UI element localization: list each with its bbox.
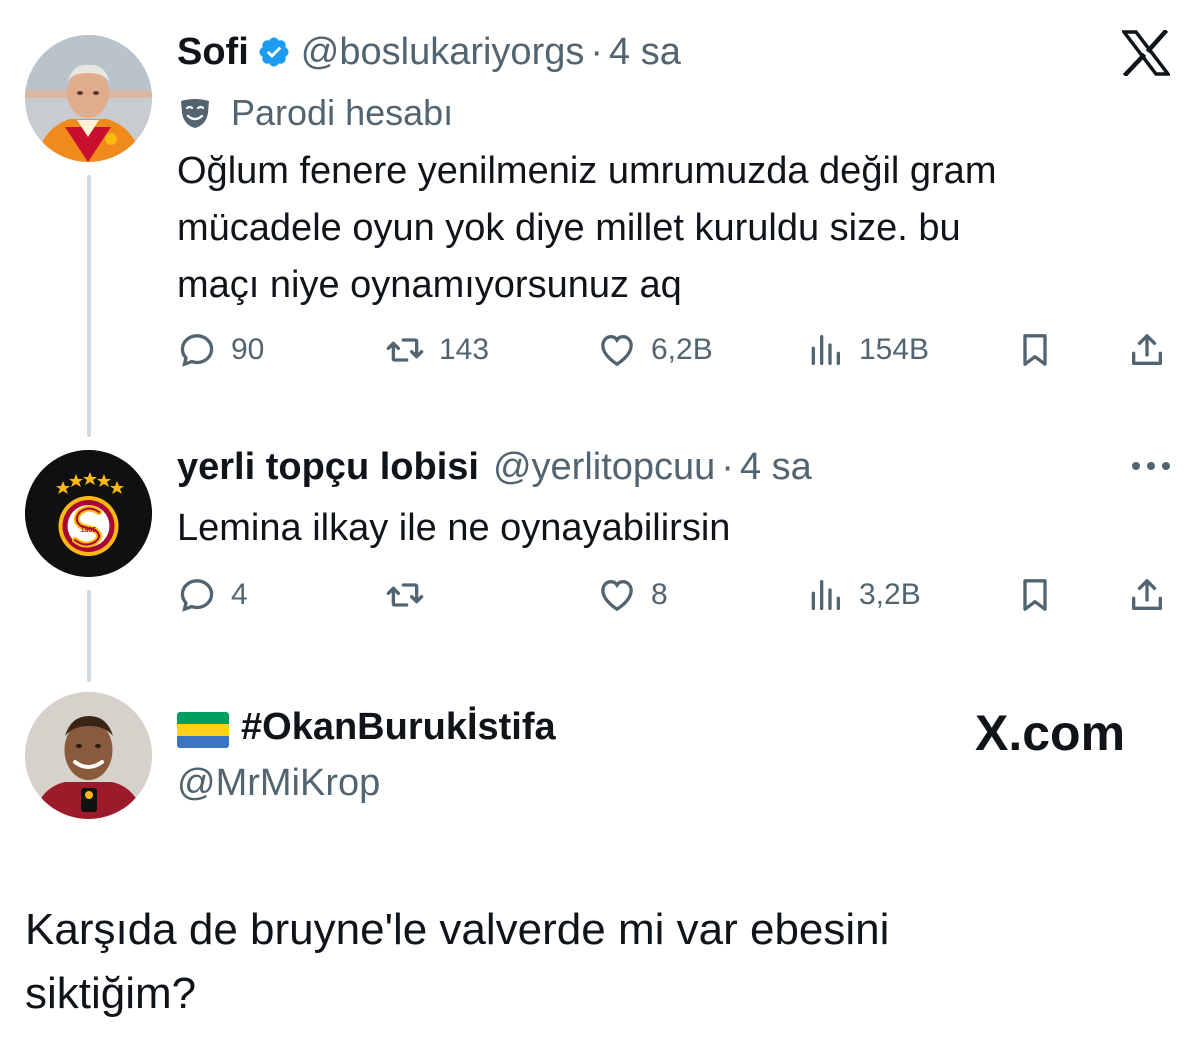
bookmark-icon xyxy=(1023,579,1047,611)
tweet-time[interactable]: 4 sa xyxy=(609,31,681,74)
user-handle[interactable]: @yerlitopcuu xyxy=(493,446,715,489)
tweet-actions: 90 143 6,2B 154B xyxy=(177,330,1177,380)
share-button[interactable] xyxy=(1127,575,1167,615)
bookmark-button[interactable] xyxy=(1015,330,1055,370)
tweet-header: Sofi @boslukariyorgs · 4 sa xyxy=(177,30,681,74)
tweet-time[interactable]: 4 sa xyxy=(740,446,812,489)
reply-count: 4 xyxy=(231,578,248,611)
reply-icon xyxy=(180,334,214,367)
avatar-sofi[interactable] xyxy=(25,35,152,162)
retweet-count: 143 xyxy=(439,333,490,366)
tweet-actions: 4 8 3,2B xyxy=(177,575,1177,625)
views-icon xyxy=(811,580,840,610)
separator-dot: · xyxy=(721,446,734,488)
like-button[interactable]: 8 xyxy=(597,575,668,615)
site-watermark: X.com xyxy=(975,705,1126,761)
retweet-button[interactable]: 143 xyxy=(385,330,489,370)
thread-line xyxy=(87,175,91,437)
thread-line xyxy=(87,590,91,682)
views-button[interactable]: 3,2B xyxy=(805,575,921,615)
parody-mask-icon xyxy=(177,95,213,131)
reply-button[interactable]: 90 xyxy=(177,330,264,370)
tweet-text: Oğlum fenere yenilmeniz umrumuzda değil … xyxy=(177,150,997,306)
like-button[interactable]: 6,2B xyxy=(597,330,713,370)
views-count: 154B xyxy=(859,333,930,366)
retweet-icon xyxy=(386,338,424,362)
verified-badge-icon xyxy=(257,35,291,69)
tweet-text: Karşıda de bruyne'le valverde mi var ebe… xyxy=(25,905,890,1018)
share-icon xyxy=(1132,334,1162,365)
reply-icon xyxy=(180,579,214,612)
user-handle[interactable]: @boslukariyorgs xyxy=(301,31,585,74)
display-name[interactable]: Sofi xyxy=(177,31,249,74)
parody-label: Parodi hesabı xyxy=(177,92,453,134)
user-handle[interactable]: @MrMiKrop xyxy=(177,762,380,805)
tweet-text: Lemina ilkay ile ne oynayabilirsin xyxy=(177,507,731,549)
like-count: 8 xyxy=(651,578,668,611)
views-icon xyxy=(811,335,840,365)
display-name[interactable]: yerli topçu lobisi xyxy=(177,446,479,489)
retweet-button[interactable] xyxy=(385,575,425,615)
retweet-icon xyxy=(386,583,424,607)
more-dots-icon[interactable] xyxy=(1130,458,1172,474)
views-count: 3,2B xyxy=(859,578,921,611)
reply-count: 90 xyxy=(231,333,265,366)
share-icon xyxy=(1132,579,1162,610)
parody-label-text: Parodi hesabı xyxy=(231,92,454,133)
reply-button[interactable]: 4 xyxy=(177,575,248,615)
separator-dot: · xyxy=(590,31,604,73)
avatar-yerlitopcuu[interactable]: 1905 xyxy=(25,450,152,577)
bookmark-icon xyxy=(1023,334,1047,366)
heart-icon xyxy=(601,579,633,612)
x-logo-icon[interactable] xyxy=(1120,28,1172,78)
avatar-mrmikrop[interactable] xyxy=(25,692,152,819)
views-button[interactable]: 154B xyxy=(805,330,929,370)
like-count: 6,2B xyxy=(651,333,713,366)
gabon-flag-icon xyxy=(177,712,229,748)
crest-year: 1905 xyxy=(81,527,97,534)
heart-icon xyxy=(601,334,633,367)
tweet-header: yerli topçu lobisi @yerlitopcuu · 4 sa xyxy=(177,446,812,489)
display-name[interactable]: #OkanBurukİstifa xyxy=(241,706,556,749)
share-button[interactable] xyxy=(1127,330,1167,370)
bookmark-button[interactable] xyxy=(1015,575,1055,615)
